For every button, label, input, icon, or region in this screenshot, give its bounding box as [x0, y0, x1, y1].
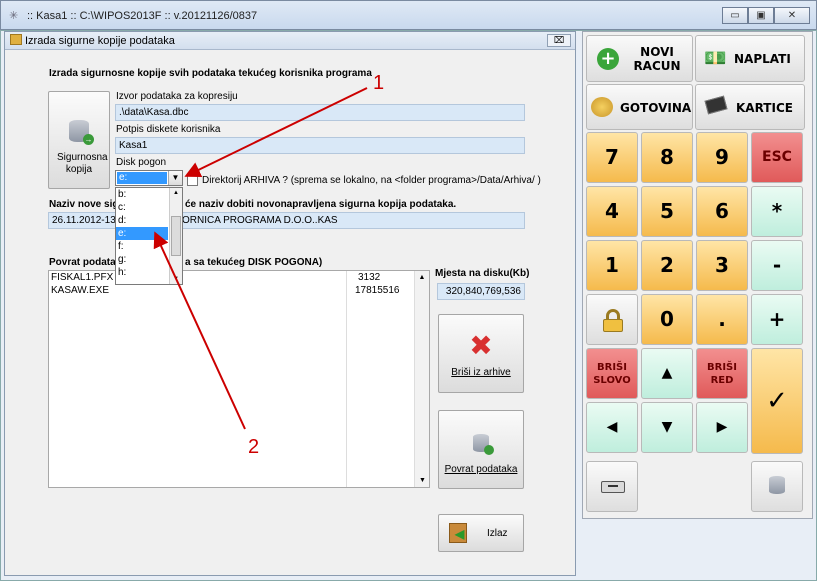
money-hand-icon: 💵	[704, 48, 727, 69]
card-icon	[704, 95, 728, 115]
key-2[interactable]: 2	[641, 240, 693, 291]
pos-keypad: + NOVI RACUN 💵 NAPLATI GOTOVINA KARTICE …	[582, 31, 813, 519]
delete-row-button[interactable]: BRIŠI RED	[696, 348, 748, 399]
lock-icon	[603, 309, 623, 332]
annotation-arrows	[153, 87, 368, 430]
backup-dialog: Izrada sigurne kopije podataka ⌧ Izrada …	[4, 31, 576, 576]
minimize-button[interactable]: ▭	[722, 7, 748, 24]
key-6[interactable]: 6	[696, 186, 748, 237]
cash-drawer-icon	[601, 481, 625, 493]
key-5[interactable]: 5	[641, 186, 693, 237]
minus-button[interactable]: -	[751, 240, 803, 291]
coins-icon	[591, 97, 613, 117]
plus-button[interactable]: +	[751, 294, 803, 345]
cards-button[interactable]: KARTICE	[695, 84, 805, 130]
window-controls: ▭ ▣ ✕	[722, 7, 810, 24]
key-3[interactable]: 3	[696, 240, 748, 291]
key-4[interactable]: 4	[586, 186, 638, 237]
title-bar: ✳ :: Kasa1 :: C:\WIPOS2013F :: v.2012112…	[0, 0, 817, 30]
key-1[interactable]: 1	[586, 240, 638, 291]
plus-circle-icon: +	[597, 48, 619, 70]
maximize-button[interactable]: ▣	[748, 7, 774, 24]
close-button[interactable]: ✕	[774, 7, 810, 24]
arrow-down-icon: ▼	[661, 419, 673, 435]
arrow-1	[184, 87, 368, 177]
decimal-button[interactable]: .	[696, 294, 748, 345]
arrow-left-button[interactable]: ◀	[586, 402, 638, 453]
arrow-left-icon: ◀	[606, 419, 618, 435]
arrow-2	[153, 231, 246, 430]
key-9[interactable]: 9	[696, 132, 748, 183]
pay-label: NAPLATI	[734, 52, 791, 66]
cash-button[interactable]: GOTOVINA	[586, 84, 693, 130]
new-bill-button[interactable]: + NOVI RACUN	[586, 35, 693, 82]
window-title: :: Kasa1 :: C:\WIPOS2013F :: v.20121126/…	[27, 10, 258, 22]
arrow-right-button[interactable]: ▶	[696, 402, 748, 453]
new-bill-label: NOVI RACUN	[633, 45, 681, 73]
multiply-button[interactable]: *	[751, 186, 803, 237]
arrow-down-button[interactable]: ▼	[641, 402, 693, 453]
pay-button[interactable]: 💵 NAPLATI	[695, 35, 805, 82]
annotation-label-1: 1	[373, 72, 385, 94]
key-0[interactable]: 0	[641, 294, 693, 345]
delete-char-button[interactable]: BRIŠI SLOVO	[586, 348, 638, 399]
arrow-up-icon: ▲	[661, 365, 673, 381]
cash-drawer-button[interactable]	[586, 461, 638, 512]
key-7[interactable]: 7	[586, 132, 638, 183]
lock-button[interactable]	[586, 294, 638, 345]
app-icon: ✳	[9, 10, 19, 22]
cards-label: KARTICE	[736, 101, 793, 115]
confirm-button[interactable]: ✓	[751, 348, 803, 454]
cash-label: GOTOVINA	[620, 101, 692, 115]
annotation-label-2: 2	[248, 436, 260, 458]
arrow-right-icon: ▶	[716, 419, 728, 435]
database-button[interactable]	[751, 461, 803, 512]
arrow-up-button[interactable]: ▲	[641, 348, 693, 399]
esc-button[interactable]: ESC	[751, 132, 803, 183]
database-icon	[769, 476, 785, 494]
key-8[interactable]: 8	[641, 132, 693, 183]
bottom-panel	[582, 520, 813, 576]
